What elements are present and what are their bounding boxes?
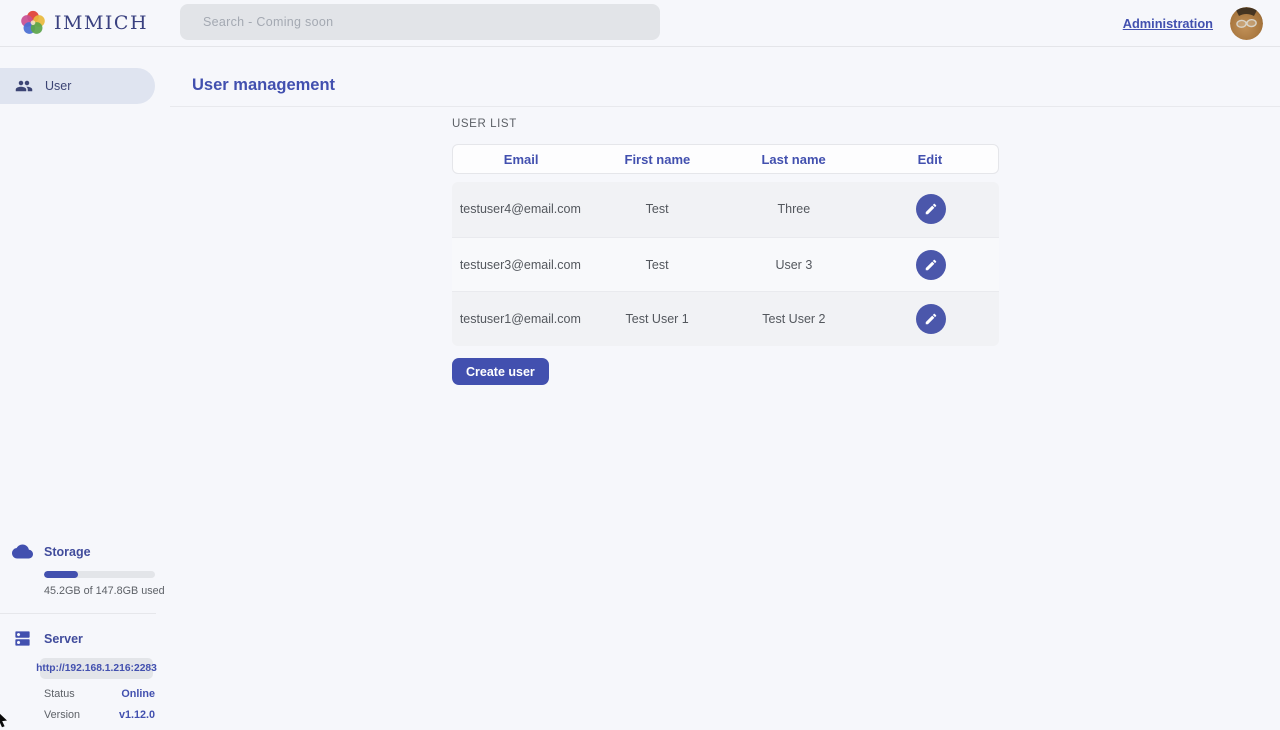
server-section-header: Server [0,629,170,648]
cloud-icon [0,541,44,562]
cell-last-name: Test User 2 [726,312,863,326]
top-bar: IMMICH Administration [0,0,1280,47]
status-label: Status [44,688,75,700]
cell-last-name: Three [726,202,863,216]
server-url-badge: http://192.168.1.216:2283 [40,658,153,679]
cell-email: testuser1@email.com [452,312,589,326]
column-header-first-name: First name [589,152,725,167]
storage-usage-text: 45.2GB of 147.8GB used [44,585,170,597]
user-list-panel: USER LIST Email First name Last name Edi… [452,107,999,385]
server-title: Server [44,632,83,646]
administration-link[interactable]: Administration [1123,16,1213,31]
cell-first-name: Test [589,258,726,272]
create-user-button[interactable]: Create user [452,358,549,385]
immich-flower-logo-icon [19,9,47,37]
version-label: Version [44,709,80,721]
brand[interactable]: IMMICH [0,9,161,37]
storage-title: Storage [44,545,91,559]
pencil-icon [924,312,938,326]
storage-progress-fill [44,571,78,578]
cell-first-name: Test [589,202,726,216]
search-bar[interactable] [180,4,660,40]
server-icon [0,629,44,648]
column-header-last-name: Last name [726,152,862,167]
pencil-icon [924,202,938,216]
storage-section-header: Storage [0,541,170,562]
app-title: IMMICH [54,12,148,34]
table-row: testuser3@email.com Test User 3 [452,237,999,292]
edit-user-button[interactable] [916,250,946,280]
storage-progress-track [44,571,155,578]
top-bar-right: Administration [1123,0,1263,47]
column-header-email: Email [453,152,589,167]
pencil-icon [924,258,938,272]
table-row: testuser1@email.com Test User 1 Test Use… [452,291,999,346]
main-content: User management USER LIST Email First na… [170,47,1280,730]
edit-user-button[interactable] [916,194,946,224]
edit-user-button[interactable] [916,304,946,334]
cell-last-name: User 3 [726,258,863,272]
sidebar-footer: Storage 45.2GB of 147.8GB used Server ht… [0,541,170,721]
page-title: User management [192,76,335,95]
sidebar-item-user-label: User [45,79,71,93]
server-version-row: Version v1.12.0 [44,709,155,721]
server-status-row: Status Online [44,688,155,700]
section-label: USER LIST [452,118,999,130]
search-input[interactable] [180,4,660,40]
users-icon [15,77,33,95]
cell-email: testuser3@email.com [452,258,589,272]
immich-admin-screen: IMMICH Administration [0,0,1280,730]
user-avatar[interactable] [1230,7,1263,40]
cell-first-name: Test User 1 [589,312,726,326]
sidebar-item-user[interactable]: User [0,68,155,104]
user-table-header: Email First name Last name Edit [452,144,999,174]
status-value: Online [121,688,155,700]
cell-email: testuser4@email.com [452,202,589,216]
user-table-body: testuser4@email.com Test Three [452,182,999,346]
server-url: http://192.168.1.216:2283 [36,663,157,674]
sidebar-divider [0,613,156,614]
table-row: testuser4@email.com Test Three [452,182,999,237]
sidebar: User Storage 45.2GB of 147.8GB used [0,47,170,730]
column-header-edit: Edit [862,152,998,167]
version-value: v1.12.0 [119,709,155,721]
